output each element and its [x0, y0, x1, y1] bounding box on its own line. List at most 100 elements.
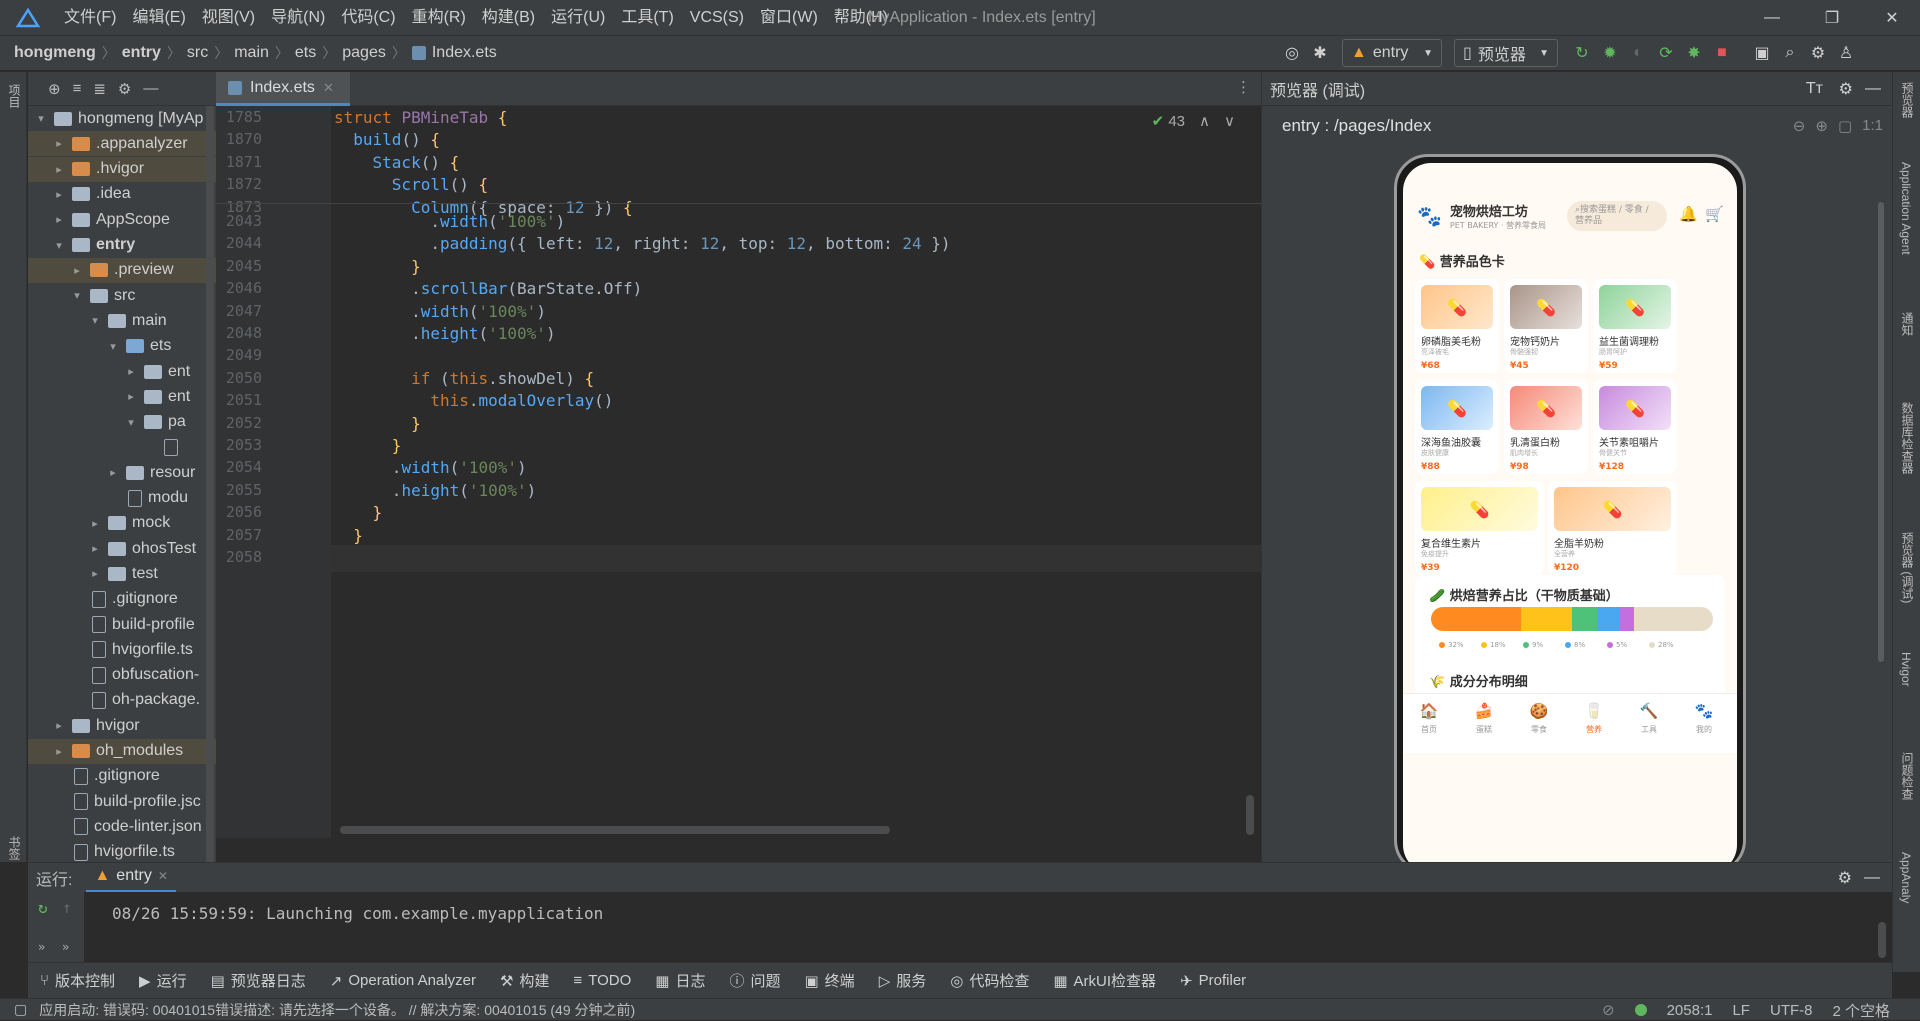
nav-item[interactable]: 🔨 工具 [1629, 702, 1669, 735]
menu-item[interactable]: 代码(C) [333, 0, 403, 35]
tool-window-button[interactable]: ↗ Operation Analyzer [330, 972, 476, 990]
project-tool-label[interactable]: 项目 [6, 84, 23, 108]
menu-item[interactable]: 窗口(W) [752, 0, 826, 35]
close-icon[interactable]: ✕ [158, 869, 168, 883]
tree-item[interactable]: ▸ AppScope [28, 207, 216, 232]
code-line[interactable]: this.modalOverlay() [334, 391, 613, 410]
tool-window-button[interactable]: ▶ 运行 [139, 970, 187, 991]
code-line[interactable]: .width('100%') [334, 458, 527, 477]
product-card[interactable]: 💊 关节素咀嚼片 骨健关节 ¥128 [1593, 380, 1677, 474]
code-line[interactable]: } [334, 414, 421, 433]
tool-window-button[interactable]: ▣ 终端 [804, 970, 854, 991]
tree-item[interactable]: ▸ oh_modules [28, 738, 216, 764]
status-message[interactable]: 应用启动: 错误码: 00401015错误描述: 请先选择一个设备。 // 解决… [39, 1000, 635, 1020]
product-card[interactable]: 💊 复合维生素片 免疫提升 ¥39 [1415, 481, 1544, 575]
sticky-code-line[interactable]: Stack() { [334, 153, 460, 172]
close-icon[interactable]: ✕ [323, 80, 334, 96]
tree-item[interactable]: ▾ entry [28, 233, 216, 258]
settings-icon[interactable]: ⚙ [1804, 39, 1832, 67]
right-tool-label[interactable]: 预览器 [1899, 82, 1916, 118]
menu-item[interactable]: 重构(R) [404, 0, 474, 35]
tree-item[interactable]: ▸ ent [28, 384, 216, 409]
expand-icon[interactable]: » [38, 940, 45, 954]
editor-vertical-scrollbar[interactable] [1246, 795, 1254, 835]
inspection-widget[interactable]: ✔ 43 ∧ ∨ [1152, 112, 1235, 130]
tree-item[interactable]: ▾ src [28, 283, 216, 308]
product-card[interactable]: 💊 卵磷脂美毛粉 亮泽被毛 ¥68 [1415, 279, 1499, 373]
gear-icon[interactable]: ⚙ [1839, 79, 1853, 99]
menu-item[interactable]: 导航(N) [263, 0, 333, 35]
previewer-scrollbar[interactable] [1878, 202, 1884, 662]
menu-item[interactable]: 运行(U) [543, 0, 613, 35]
chevron-down-icon[interactable]: ▾ [34, 112, 48, 125]
tree-item[interactable]: .gitignore [28, 587, 216, 612]
tree-item[interactable]: hvigorfile.ts [28, 840, 216, 862]
tree-item[interactable]: build-profile.jsc [28, 789, 216, 814]
chevron-right-icon[interactable]: ▸ [52, 137, 66, 150]
product-card[interactable]: 💊 益生菌调理粉 肠胃呵护 ¥59 [1593, 279, 1677, 373]
editor-horizontal-scrollbar[interactable] [340, 826, 890, 834]
sticky-code-line[interactable]: struct PBMineTab { [334, 108, 507, 127]
project-tree-scrollbar[interactable] [206, 106, 214, 862]
tool-window-button[interactable]: ✈ Profiler [1180, 972, 1246, 990]
tree-item[interactable]: hvigorfile.ts [28, 637, 216, 662]
tool-window-button[interactable]: ⓘ 问题 [729, 970, 780, 991]
breadcrumb-item[interactable]: Index.ets [432, 44, 497, 62]
chevron-right-icon[interactable]: ▸ [124, 365, 138, 378]
tree-item[interactable]: ▸ resour [28, 460, 216, 485]
product-card[interactable]: 💊 深海鱼油胶囊 皮肤健康 ¥88 [1415, 380, 1499, 474]
code-line[interactable]: } [334, 526, 363, 545]
status-dot-icon[interactable] [1634, 1004, 1647, 1016]
product-card[interactable]: 💊 宠物钙奶片 骨骼强韧 ¥45 [1504, 279, 1588, 373]
zoom-out-icon[interactable]: ⊖ [1793, 117, 1806, 135]
tool-window-button[interactable]: ◎ 代码检查 [950, 970, 1029, 991]
target-icon[interactable]: ◎ [1278, 39, 1306, 67]
menu-item[interactable]: 文件(F) [56, 0, 124, 35]
fit-screen-icon[interactable]: ▢ [1838, 117, 1852, 135]
chevron-right-icon[interactable]: ▸ [70, 264, 84, 277]
font-size-icon[interactable]: Tт [1806, 80, 1823, 98]
run-console[interactable]: ↻ ↑ » » 08/26 15:59:59: Launching com.ex… [28, 892, 1892, 962]
gear-icon[interactable]: ⚙ [1838, 868, 1852, 888]
tool-window-button[interactable]: ⑂ 版本控制 [40, 970, 115, 991]
actual-size-icon[interactable]: 1:1 [1862, 117, 1883, 135]
right-tool-label[interactable]: 数据库检查器 [1899, 402, 1916, 474]
tree-item[interactable]: modu [28, 486, 216, 511]
tree-item[interactable]: ▸ mock [28, 511, 216, 536]
device-select[interactable]: ▯ 预览器 ▼ [1454, 39, 1558, 67]
rerun-icon[interactable]: ↻ [38, 898, 48, 917]
caret-position[interactable]: 2058:1 [1667, 1002, 1713, 1019]
code-line[interactable]: } [334, 257, 421, 276]
tool-window-button[interactable]: ⚒ 构建 [500, 970, 549, 991]
code-line[interactable]: .height('100%') [334, 324, 556, 343]
console-scrollbar[interactable] [1878, 922, 1886, 958]
breadcrumb-item[interactable]: src [187, 44, 208, 62]
tree-item[interactable]: ▸ .preview [28, 257, 216, 283]
tool-window-button[interactable]: ▦ ArkUI检查器 [1053, 970, 1156, 991]
bookmarks-tool-label[interactable]: 书签 [6, 836, 23, 860]
search-input[interactable]: ⌕搜索蛋糕 / 零食 / 营养品 [1567, 201, 1667, 231]
tree-item[interactable]: build-profile [28, 612, 216, 637]
chevron-up-icon[interactable]: ∧ [1199, 112, 1210, 130]
chevron-right-icon[interactable]: ▸ [88, 517, 102, 530]
chevron-down-icon[interactable]: ▾ [124, 416, 138, 429]
breadcrumb-item[interactable]: pages [342, 44, 386, 62]
apply-changes-icon[interactable]: ⟳ [1652, 39, 1680, 67]
sticky-code-line[interactable]: build() { [334, 130, 440, 149]
run-config-select[interactable]: ▲ entry ▼ [1342, 39, 1442, 67]
chevron-right-icon[interactable]: ▸ [88, 567, 102, 580]
debug-icon[interactable]: ✹ [1596, 39, 1624, 67]
rerun-icon[interactable]: ↻ [1568, 39, 1596, 67]
close-window-button[interactable]: ✕ [1864, 0, 1920, 35]
phone-screen[interactable]: 🐾 宠物烘焙工坊 PET BAKERY · 营养零食局 ⌕搜索蛋糕 / 零食 /… [1403, 163, 1737, 873]
chevron-right-icon[interactable]: ▸ [88, 542, 102, 555]
chevron-right-icon[interactable]: ▸ [52, 188, 66, 201]
code-line[interactable]: .width('100%') [334, 212, 565, 231]
nav-item[interactable]: 🐾 我的 [1684, 702, 1724, 735]
hide-icon[interactable]: — [1865, 80, 1881, 98]
panel-toggle-icon[interactable]: ▢ [14, 1001, 27, 1018]
code-line[interactable]: } [334, 436, 402, 455]
stop-icon[interactable]: ■ [1708, 39, 1736, 67]
code-line[interactable]: .height('100%') [334, 481, 537, 500]
tree-item[interactable]: oh-package. [28, 688, 216, 713]
